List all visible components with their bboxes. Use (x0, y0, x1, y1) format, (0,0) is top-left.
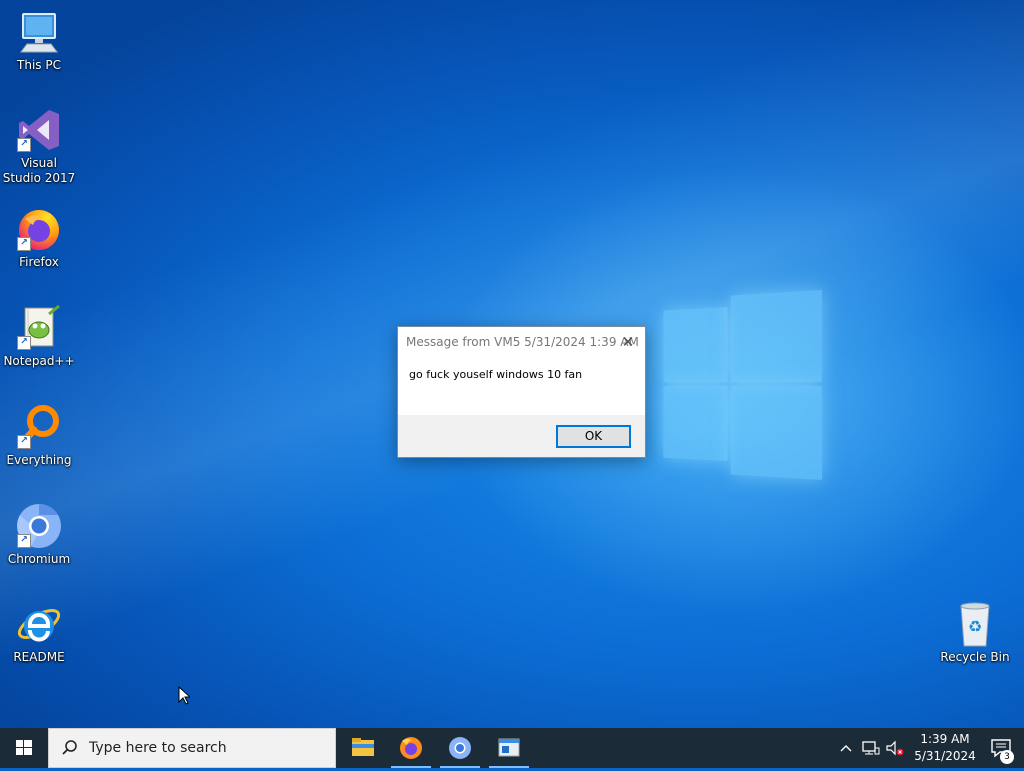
start-button[interactable] (0, 728, 48, 768)
dialog-footer: OK (398, 415, 645, 457)
desktop-icon-visual-studio[interactable]: ↗ Visual Studio 2017 (1, 106, 77, 186)
windows-logo-wallpaper (663, 290, 822, 480)
firefox-icon: ↗ (15, 205, 63, 253)
svg-text:♻: ♻ (968, 617, 982, 636)
mouse-pointer-icon (178, 685, 192, 708)
everything-search-icon: ↗ (15, 403, 63, 451)
message-window-icon (498, 738, 520, 757)
clock-time: 1:39 AM (920, 732, 970, 746)
desktop-icon-firefox[interactable]: ↗ Firefox (1, 205, 77, 270)
search-placeholder: Type here to search (89, 740, 227, 756)
file-explorer-icon (352, 738, 374, 756)
ok-button[interactable]: OK (556, 425, 631, 448)
desktop-icon-recycle-bin[interactable]: ♻ Recycle Bin (937, 600, 1013, 665)
dialog-title: Message from VM5 5/31/2024 1:39 AM (406, 335, 639, 349)
recycle-bin-icon: ♻ (951, 600, 999, 648)
desktop-icon-everything[interactable]: ↗ Everything (1, 403, 77, 468)
shortcut-arrow-icon: ↗ (17, 336, 31, 350)
taskbar-file-explorer[interactable] (339, 728, 387, 768)
desktop-icon-label: Visual Studio 2017 (2, 156, 76, 185)
chevron-up-icon[interactable] (838, 739, 854, 757)
taskbar-clock[interactable]: 1:39 AM 5/31/2024 (910, 731, 980, 765)
desktop-icon-notepad-plus-plus[interactable]: ↗ Notepad++ (1, 304, 77, 369)
desktop-icon-label: README (13, 650, 65, 664)
shortcut-arrow-icon: ↗ (17, 237, 31, 251)
chromium-icon: ↗ (15, 502, 63, 550)
desktop-icon-chromium[interactable]: ↗ Chromium (1, 502, 77, 567)
computer-icon (15, 8, 63, 56)
notification-count-badge: 3 (1000, 750, 1014, 764)
desktop-icon-label: Firefox (19, 255, 59, 269)
internet-explorer-icon (15, 600, 63, 648)
taskbar-chromium[interactable] (436, 728, 484, 768)
taskbar: Type here to search 1:39 AM 5/31/2024 3 (0, 728, 1024, 768)
desktop-icon-readme[interactable]: README (1, 600, 77, 665)
search-box[interactable]: Type here to search (48, 728, 336, 768)
dialog-message: go fuck youself windows 10 fan (409, 368, 583, 381)
search-icon (61, 739, 79, 760)
desktop-icon-label: Everything (6, 453, 72, 467)
notepad-plus-plus-icon: ↗ (15, 304, 63, 352)
network-icon[interactable] (861, 739, 881, 757)
visual-studio-icon: ↗ (15, 106, 63, 154)
shortcut-arrow-icon: ↗ (17, 435, 31, 449)
clock-date: 5/31/2024 (914, 749, 976, 763)
windows-start-icon (16, 740, 32, 755)
taskbar-firefox[interactable] (387, 728, 435, 768)
shortcut-arrow-icon: ↗ (17, 534, 31, 548)
desktop-icon-this-pc[interactable]: This PC (1, 8, 77, 73)
message-dialog: Message from VM5 5/31/2024 1:39 AM ✕ go … (397, 326, 646, 458)
close-icon[interactable]: ✕ (617, 331, 639, 353)
desktop-icon-label: Notepad++ (3, 354, 75, 368)
firefox-icon (400, 737, 422, 759)
chromium-icon (449, 737, 471, 759)
speaker-muted-icon[interactable] (885, 739, 905, 757)
taskbar-message-window[interactable] (485, 728, 533, 768)
shortcut-arrow-icon: ↗ (17, 138, 31, 152)
desktop-icon-label: Chromium (7, 552, 71, 566)
desktop-icon-label: Recycle Bin (940, 650, 1010, 664)
desktop-icon-label: This PC (17, 58, 61, 72)
